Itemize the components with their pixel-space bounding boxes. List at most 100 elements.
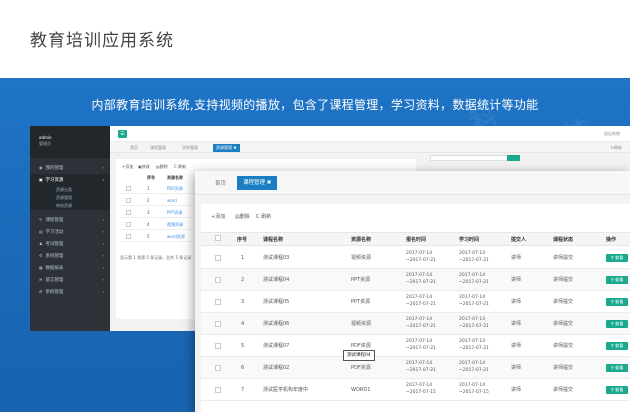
sidebar-item[interactable]: ▦ 数据报表 ‹ (30, 262, 110, 274)
delete-button[interactable]: ▤删除 (156, 164, 168, 170)
view-button[interactable]: ⚲ 查看 (606, 342, 628, 350)
logout-link[interactable]: 退出系统 (604, 131, 620, 137)
row-course-name: 测试课程06 (263, 321, 290, 327)
refresh-link[interactable]: ↻刷新 (611, 144, 622, 152)
row-checkbox[interactable] (126, 186, 131, 191)
row-name[interactable]: word (167, 198, 177, 203)
view-button[interactable]: ⚲ 查看 (606, 276, 628, 284)
nav-icon: ♟ (39, 241, 43, 246)
sidebar-subitem[interactable]: 资源管理 (30, 194, 110, 202)
row-num: 6 (241, 365, 245, 371)
row-submitter: 讲师 (511, 387, 522, 393)
column-header-num: 序号 (237, 237, 248, 243)
sidebar-item-label: 系统管理 (45, 254, 64, 259)
row-num: 5 (241, 343, 245, 349)
sidebar-item[interactable]: ▤ 学习活动 ‹ (30, 226, 110, 238)
sidebar-item-label: 数据报表 (45, 266, 64, 271)
nav-icon: ▣ (39, 177, 43, 182)
add-course-button[interactable]: +添加 (211, 213, 225, 220)
sidebar-item-label: 学习活动 (45, 230, 64, 235)
sidebar-item[interactable]: ✉ 留言管理 ‹ (30, 274, 110, 286)
delete-label: 删除 (239, 214, 250, 220)
sidebar-item-label: 课程管理 (45, 218, 64, 223)
front-content: +添加 ▤删除 C 刷新 序号 课程名称 资源名称 报名时间 学习时间 提交人 … (195, 195, 630, 412)
edit-button[interactable]: ▣修改 (138, 164, 150, 170)
row-name[interactable]: 视频资源 (167, 222, 183, 228)
row-checkbox[interactable] (215, 299, 221, 305)
refresh-button[interactable]: C 刷新 (174, 164, 186, 170)
row-checkbox[interactable] (126, 210, 131, 215)
row-name[interactable]: word资源 (167, 234, 185, 240)
search-input[interactable] (430, 155, 518, 161)
search-button[interactable] (507, 155, 520, 161)
tooltip: 测试课程04 (343, 350, 375, 361)
row-status: 讲师提交 (553, 277, 574, 283)
row-submitter: 讲师 (511, 343, 522, 349)
row-study-end: ~2017-07-21 (459, 346, 489, 351)
chevron-icon: ‹ (102, 265, 104, 270)
tab-resource[interactable]: 资源管理 ✖ (213, 144, 240, 152)
column-header-source: 资源名称 (351, 237, 372, 243)
row-checkbox[interactable] (215, 321, 221, 327)
tab-course[interactable]: 课程管理 (150, 144, 166, 152)
table-row[interactable]: 4 测试课程06 视频资源 2017-07-14 ~2017-07-21 2017-07-… (201, 313, 630, 335)
row-checkbox[interactable] (126, 198, 131, 203)
row-checkbox[interactable] (215, 255, 221, 261)
refresh-course-button[interactable]: C 刷新 (256, 213, 271, 220)
menu-toggle-button[interactable]: ☰ (118, 130, 127, 138)
sidebar-subitem[interactable]: 资源分类 (30, 186, 110, 194)
table-row[interactable]: 5 测试课程07 PDF资源 2017-07-14 ~2017-07-21 2017-07… (201, 335, 630, 357)
row-status: 讲师提交 (553, 299, 574, 305)
sidebar-item[interactable]: ✎ 课程管理 ‹ (30, 214, 110, 226)
sidebar-item-label: 考试管理 (45, 242, 64, 247)
select-all-checkbox[interactable] (215, 235, 221, 241)
sidebar-item[interactable]: ▣ 学习资源 ‹ (30, 174, 110, 186)
user-role: 管理员 (39, 141, 51, 146)
row-checkbox[interactable] (126, 222, 131, 227)
table-row[interactable]: 3 测试课程05 PPT资源 2017-07-14 ~2017-07-21 2017-07… (201, 291, 630, 313)
search-icon: ⚲ (610, 365, 614, 370)
row-num: 3 (147, 210, 150, 215)
row-checkbox[interactable] (126, 234, 131, 239)
chevron-icon: ‹ (102, 165, 104, 170)
nav-icon: ✉ (39, 277, 43, 282)
tab-school[interactable]: 学校管理 (182, 144, 198, 152)
table-row[interactable]: 2 测试课程04 PPT资源 2017-07-14 ~2017-07-21 2017-07… (201, 269, 630, 291)
table-row[interactable]: 7 测试医学机构年度中 WORD1 2017-07-14 ~2017-07-15 2017… (201, 379, 630, 401)
sidebar-item[interactable]: ♟ 考试管理 ‹ (30, 238, 110, 250)
add-button[interactable]: +添加 (122, 164, 133, 170)
view-button[interactable]: ⚲ 查看 (606, 364, 628, 372)
tab-home[interactable]: 首页 (130, 144, 138, 152)
tab-course-active[interactable]: 课程管理 ✖ (237, 176, 278, 190)
tab-home[interactable]: 首页 (215, 179, 226, 187)
table-row[interactable]: 1 测试课程03 视频资源 2017-07-14 ~2017-07-21 2017-07-… (201, 247, 630, 269)
blue-banner: 内部教育培训系统,支持视频的播放，包含了课程管理，学习资料，数据统计等功能 科技… (0, 78, 630, 412)
row-study-start: 2017-07-14 (459, 273, 486, 278)
row-checkbox[interactable] (215, 387, 221, 393)
row-source: PPT资源 (351, 277, 371, 283)
delete-course-button[interactable]: ▤删除 (235, 213, 250, 220)
search-icon: ⚲ (610, 387, 614, 392)
row-checkbox[interactable] (215, 343, 221, 349)
view-button[interactable]: ⚲ 查看 (606, 298, 628, 306)
row-study-end: ~2017-07-15 (459, 390, 489, 395)
row-num: 3 (241, 299, 245, 305)
sidebar-subitem[interactable]: 审核资源 (30, 202, 110, 210)
row-checkbox[interactable] (215, 365, 221, 371)
close-icon[interactable]: ✖ (267, 180, 272, 186)
tab-resource-label: 资源管理 (216, 145, 232, 150)
sidebar-item[interactable]: ◉ 我的管理 ‹ (30, 162, 110, 174)
row-status: 讲师提交 (553, 365, 574, 371)
tab-course-label: 课程管理 (243, 180, 266, 186)
view-button[interactable]: ⚲ 查看 (606, 320, 628, 328)
row-name[interactable]: PPT资源 (167, 210, 182, 216)
row-study-start: 2017-07-14 (459, 295, 486, 300)
view-button[interactable]: ⚲ 查看 (606, 386, 628, 394)
row-signup-start: 2017-07-14 (406, 383, 433, 388)
table-row[interactable]: 6 测试课程02 PDF资源 2017-07-14 ~2017-07-21 2017-07… (201, 357, 630, 379)
row-name[interactable]: PDF资源 (167, 186, 183, 192)
row-checkbox[interactable] (215, 277, 221, 283)
view-button[interactable]: ⚲ 查看 (606, 254, 628, 262)
sidebar-item[interactable]: ⚙ 系统管理 ‹ (30, 286, 110, 298)
sidebar-item[interactable]: ⚙ 系统管理 ‹ (30, 250, 110, 262)
